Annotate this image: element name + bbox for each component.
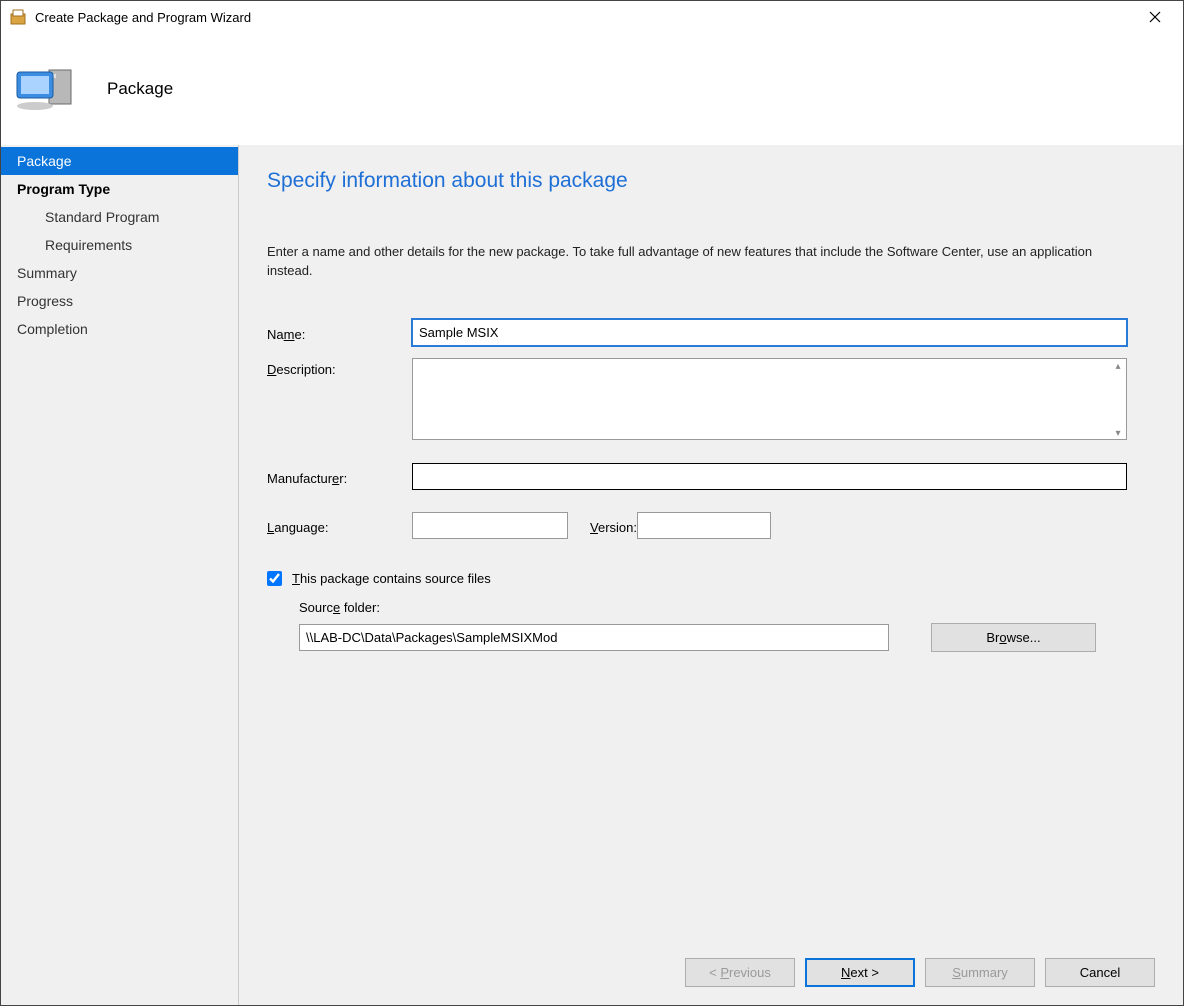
summary-button: Summary	[925, 958, 1035, 987]
page-heading: Specify information about this package	[267, 169, 1155, 193]
page-instructions: Enter a name and other details for the n…	[267, 243, 1127, 281]
description-input[interactable]	[412, 358, 1127, 440]
source-folder-input[interactable]	[299, 624, 889, 651]
name-label: Name:	[267, 323, 412, 342]
next-button[interactable]: Next >	[805, 958, 915, 987]
source-files-label: This package contains source files	[292, 571, 491, 586]
manufacturer-label: Manufacturer:	[267, 467, 412, 486]
cancel-button[interactable]: Cancel	[1045, 958, 1155, 987]
language-label: Language:	[267, 516, 412, 535]
sidebar-item-summary[interactable]: Summary	[1, 259, 238, 287]
sidebar-item-package[interactable]: Package	[1, 147, 238, 175]
wizard-footer: < Previous Next > Summary Cancel	[267, 934, 1155, 1005]
sidebar-item-progress[interactable]: Progress	[1, 287, 238, 315]
sidebar: Package Program Type Standard Program Re…	[1, 145, 239, 1005]
description-label: Description:	[267, 358, 412, 377]
close-button[interactable]	[1135, 3, 1175, 31]
sidebar-item-program-type[interactable]: Program Type	[1, 175, 238, 203]
header-title: Package	[107, 79, 173, 99]
window-title: Create Package and Program Wizard	[35, 10, 251, 25]
titlebar: Create Package and Program Wizard	[1, 1, 1183, 33]
source-files-checkbox[interactable]	[267, 571, 282, 586]
sidebar-item-requirements[interactable]: Requirements	[1, 231, 238, 259]
main-panel: Specify information about this package E…	[239, 145, 1183, 1005]
scroll-down-icon[interactable]: ▾	[1110, 426, 1126, 442]
browse-button[interactable]: Browse...	[931, 623, 1096, 652]
package-computer-icon	[13, 62, 77, 116]
wizard-window: Create Package and Program Wizard Packag…	[0, 0, 1184, 1006]
source-folder-label: Source folder:	[299, 600, 1155, 615]
name-input[interactable]	[412, 319, 1127, 346]
header-band: Package	[1, 33, 1183, 145]
previous-button: < Previous	[685, 958, 795, 987]
version-label: Version:	[590, 516, 637, 535]
manufacturer-input[interactable]	[412, 463, 1127, 490]
version-input[interactable]	[637, 512, 771, 539]
scroll-up-icon[interactable]: ▴	[1110, 359, 1126, 375]
language-input[interactable]	[412, 512, 568, 539]
sidebar-item-completion[interactable]: Completion	[1, 315, 238, 343]
app-icon	[9, 8, 27, 26]
sidebar-item-standard-program[interactable]: Standard Program	[1, 203, 238, 231]
